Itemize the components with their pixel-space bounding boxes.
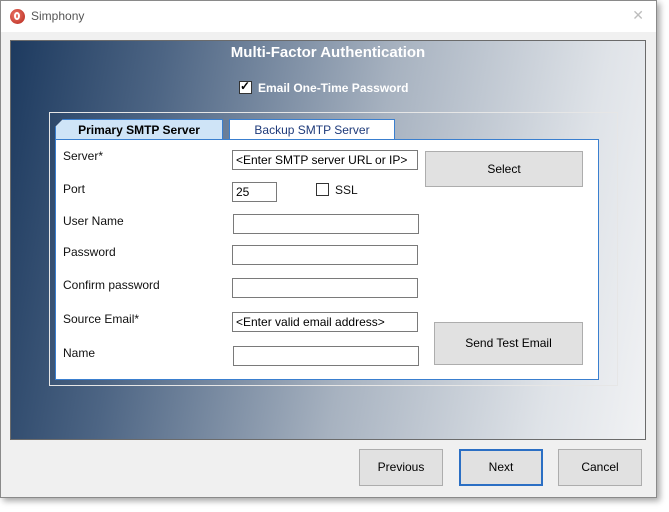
confirm-password-label: Confirm password — [63, 278, 160, 292]
source-email-input[interactable]: <Enter valid email address> — [232, 312, 418, 332]
ssl-label: SSL — [335, 183, 358, 197]
port-input[interactable]: 25 — [232, 182, 277, 202]
title-bar: Simphony ✕ — [1, 1, 656, 32]
tab-backup-smtp[interactable]: Backup SMTP Server — [229, 119, 395, 139]
source-email-label: Source Email* — [63, 312, 140, 326]
close-icon[interactable]: ✕ — [632, 7, 644, 24]
confirm-password-input[interactable] — [232, 278, 418, 298]
next-button[interactable]: Next — [459, 449, 543, 486]
main-panel: Multi-Factor Authentication Email One-Ti… — [10, 40, 646, 440]
name-input[interactable] — [233, 346, 419, 366]
primary-smtp-page: Server* <Enter SMTP server URL or IP> Se… — [55, 139, 599, 380]
previous-button[interactable]: Previous — [359, 449, 443, 486]
server-input[interactable]: <Enter SMTP server URL or IP> — [232, 150, 418, 170]
port-label: Port — [63, 182, 86, 196]
dialog-window: Simphony ✕ Multi-Factor Authentication E… — [0, 0, 657, 498]
page-title: Multi-Factor Authentication — [230, 44, 426, 61]
otp-option[interactable]: Email One-Time Password — [239, 79, 409, 95]
cancel-button[interactable]: Cancel — [558, 449, 642, 486]
server-label: Server* — [63, 149, 104, 163]
username-input[interactable] — [233, 214, 419, 234]
send-test-email-button[interactable]: Send Test Email — [434, 322, 583, 365]
app-logo-icon — [10, 9, 25, 24]
password-input[interactable] — [232, 245, 418, 265]
password-label: Password — [63, 245, 116, 259]
username-label: User Name — [63, 214, 124, 228]
ssl-option[interactable]: SSL — [316, 183, 358, 197]
otp-label: Email One-Time Password — [258, 81, 409, 95]
tab-primary-smtp[interactable]: Primary SMTP Server — [55, 119, 223, 139]
name-label: Name — [63, 346, 96, 360]
select-button[interactable]: Select — [425, 151, 583, 187]
ssl-checkbox[interactable] — [316, 183, 329, 196]
otp-checkbox[interactable] — [239, 79, 252, 94]
window-title: Simphony — [31, 9, 85, 23]
